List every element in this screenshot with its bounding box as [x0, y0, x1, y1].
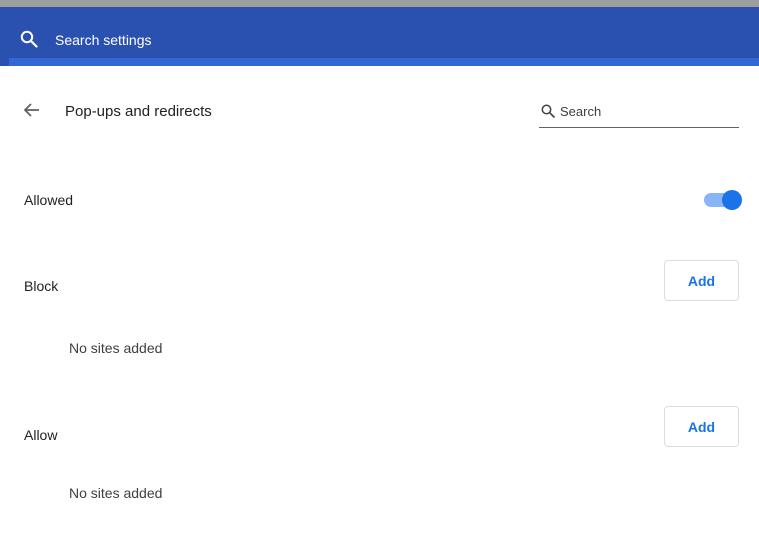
add-block-site-button[interactable]: Add [664, 260, 739, 301]
arrow-back-icon [23, 101, 41, 124]
back-button[interactable] [20, 100, 44, 124]
settings-search-input[interactable] [55, 29, 455, 51]
block-section-label: Block [24, 278, 59, 294]
search-icon[interactable] [20, 30, 38, 48]
toggle-knob [722, 190, 742, 210]
page-title: Pop-ups and redirects [65, 103, 212, 120]
search-icon [541, 104, 555, 118]
allowed-toggle[interactable] [704, 190, 742, 210]
subpage-search[interactable] [539, 96, 739, 128]
default-setting-label: Allowed [24, 192, 74, 208]
header-bottom-bar [9, 58, 759, 66]
allow-section-label: Allow [24, 427, 58, 443]
block-empty-text: No sites added [69, 340, 163, 356]
settings-page: Pop-ups and redirects Allowed Block Add … [0, 0, 759, 535]
allow-empty-text: No sites added [69, 485, 163, 501]
add-allow-site-button[interactable]: Add [664, 406, 739, 447]
subpage-search-input[interactable] [560, 101, 730, 121]
window-top-strip [0, 0, 759, 7]
